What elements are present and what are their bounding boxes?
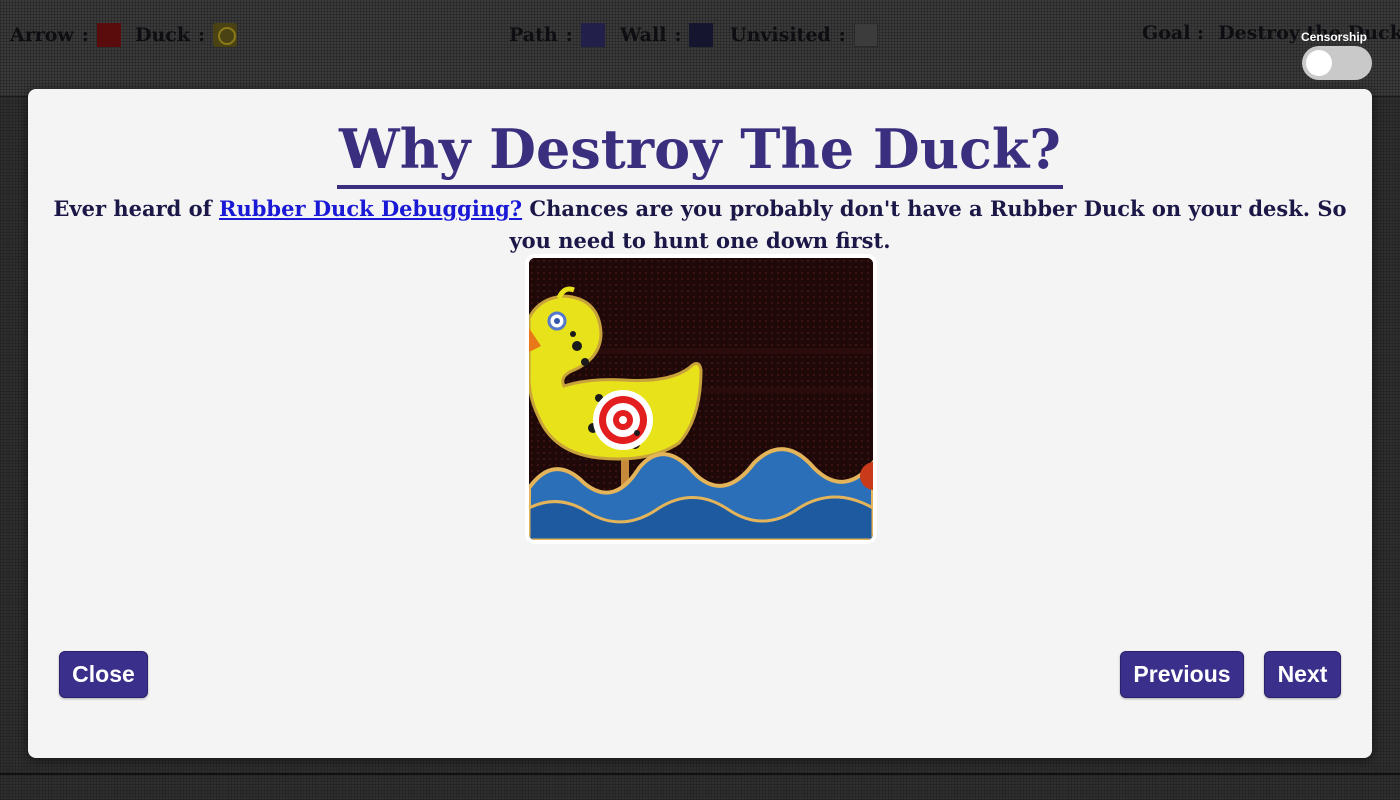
toggle-knob [1306,50,1332,76]
duck-swatch-icon [213,23,238,47]
unvisited-swatch-icon [853,23,878,47]
legend-separator: : [674,24,682,46]
carnival-target-duck-image [529,258,873,540]
legend-separator: : [565,24,573,46]
legend-separator: : [838,24,846,46]
text-before-link: Ever heard of [53,196,220,221]
rubber-duck-debugging-link[interactable]: Rubber Duck Debugging? [219,196,522,221]
legend-arrow: Arrow : [10,22,121,48]
previous-button[interactable]: Previous [1120,651,1244,698]
legend-wall-label: Wall [620,24,667,46]
legend-unvisited-label: Unvisited [730,24,831,46]
legend-wall: Wall : [620,22,714,48]
legend-duck: Duck : [135,22,238,48]
path-swatch-icon [580,23,605,47]
censorship-toggle[interactable] [1302,46,1372,80]
wall-swatch-icon [689,23,714,47]
legend-bar: Arrow : Duck : Path : Wall : Unvisited :… [0,0,1400,97]
legend-path: Path : [509,22,605,48]
legend-separator: : [198,24,206,46]
close-button[interactable]: Close [59,651,148,698]
legend-unvisited: Unvisited : [730,22,878,48]
carnival-duck-image [525,254,877,544]
modal-title: Why Destroy The Duck? [337,115,1063,189]
next-button[interactable]: Next [1264,651,1341,698]
legend-arrow-label: Arrow [10,24,74,46]
modal-body-text: Ever heard of Rubber Duck Debugging? Cha… [48,193,1352,257]
text-after-link: Chances are you probably don't have a Ru… [509,196,1347,253]
legend-separator: : [81,24,89,46]
intro-modal: Why Destroy The Duck? Ever heard of Rubb… [28,89,1372,758]
bottom-divider [0,773,1400,775]
modal-title-wrap: Why Destroy The Duck? [28,115,1372,189]
censorship-label: Censorship [1301,30,1368,44]
legend-duck-label: Duck [135,24,191,46]
goal-label: Goal : [1142,22,1205,44]
legend-path-label: Path [509,24,558,46]
arrow-swatch-icon [96,23,121,47]
